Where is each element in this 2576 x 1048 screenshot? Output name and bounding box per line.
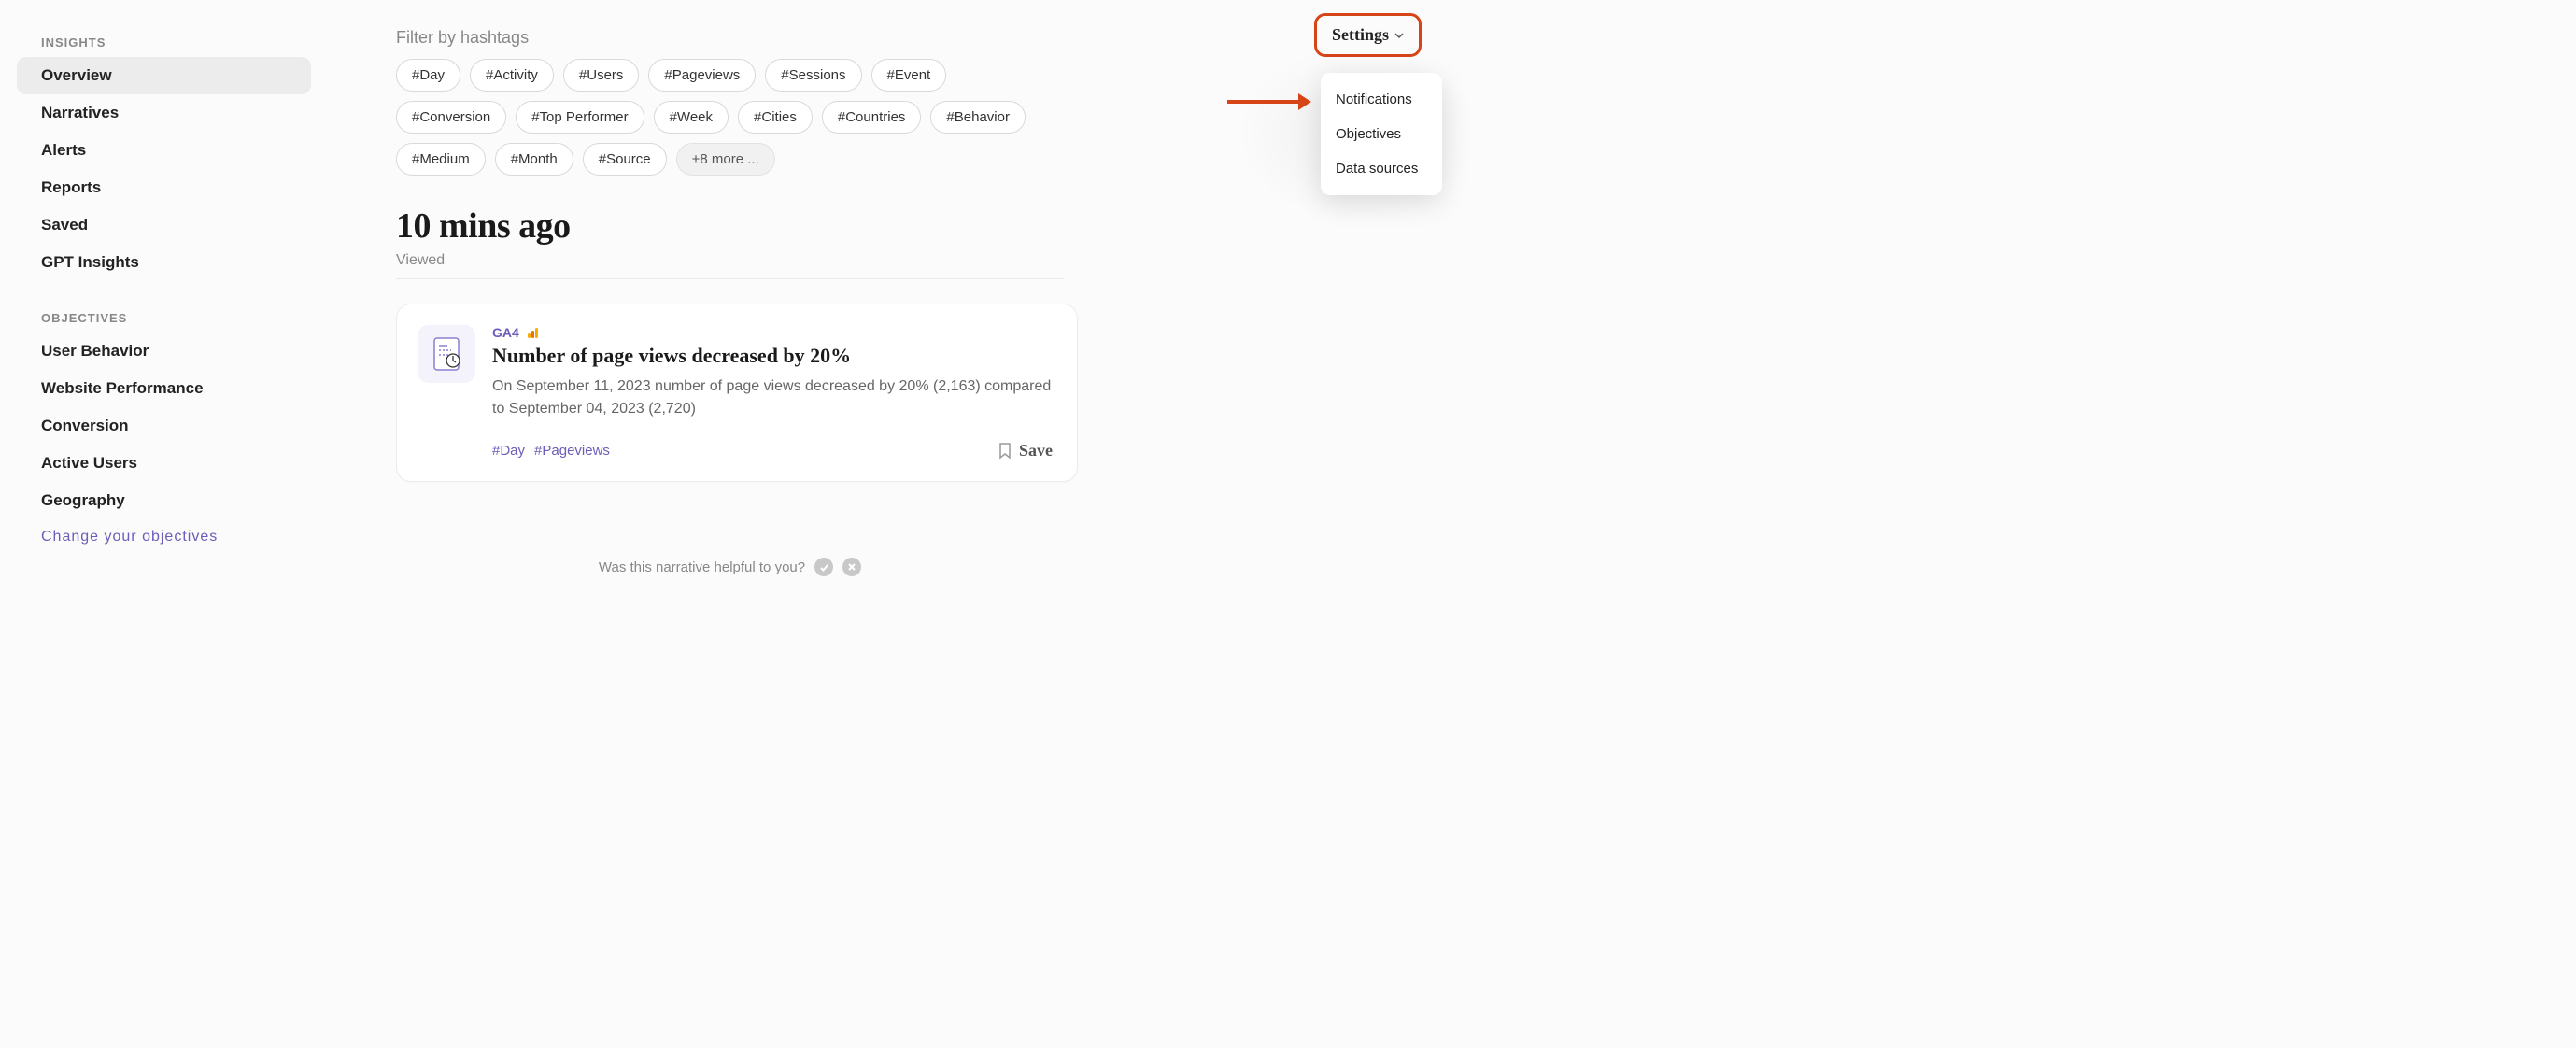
sidebar-item-alerts[interactable]: Alerts <box>17 132 311 169</box>
hashtag-sessions[interactable]: #Sessions <box>765 59 861 92</box>
settings-button[interactable]: Settings <box>1314 13 1422 57</box>
sidebar-item-website-performance[interactable]: Website Performance <box>17 370 311 407</box>
sidebar-item-saved[interactable]: Saved <box>17 206 311 244</box>
sidebar-item-active-users[interactable]: Active Users <box>17 445 311 482</box>
hashtag-filter-group: #Day #Activity #Users #Pageviews #Sessio… <box>396 59 1064 176</box>
ga4-icon <box>528 327 539 338</box>
feedback-row: Was this narrative helpful to you? <box>396 558 1064 576</box>
hashtag-top-performer[interactable]: #Top Performer <box>516 101 644 134</box>
hashtag-more[interactable]: +8 more ... <box>676 143 775 176</box>
sidebar-item-overview[interactable]: Overview <box>17 57 311 94</box>
check-icon <box>819 562 829 573</box>
feedback-no-button[interactable] <box>842 558 861 576</box>
hashtag-cities[interactable]: #Cities <box>738 101 813 134</box>
hashtag-users[interactable]: #Users <box>563 59 640 92</box>
close-icon <box>847 562 856 572</box>
hashtag-countries[interactable]: #Countries <box>822 101 922 134</box>
save-button[interactable]: Save <box>998 441 1053 460</box>
card-document-icon <box>418 325 475 383</box>
hashtag-activity[interactable]: #Activity <box>470 59 554 92</box>
chevron-down-icon <box>1394 32 1404 39</box>
hashtag-medium[interactable]: #Medium <box>396 143 486 176</box>
viewed-label: Viewed <box>396 252 1064 279</box>
bookmark-icon <box>998 443 1012 460</box>
dropdown-item-data-sources[interactable]: Data sources <box>1321 151 1442 186</box>
settings-dropdown: Notifications Objectives Data sources <box>1321 73 1442 195</box>
card-description: On September 11, 2023 number of page vie… <box>492 375 1053 420</box>
objectives-section-label: OBJECTIVES <box>17 304 311 333</box>
feedback-yes-button[interactable] <box>814 558 833 576</box>
annotation-arrow <box>1227 93 1311 110</box>
feedback-text: Was this narrative helpful to you? <box>599 559 805 575</box>
dropdown-item-objectives[interactable]: Objectives <box>1321 117 1442 151</box>
sidebar-item-gpt-insights[interactable]: GPT Insights <box>17 244 311 281</box>
hashtag-month[interactable]: #Month <box>495 143 573 176</box>
filter-label: Filter by hashtags <box>396 28 1064 48</box>
dropdown-item-notifications[interactable]: Notifications <box>1321 82 1442 117</box>
main-content: Filter by hashtags #Day #Activity #Users… <box>396 28 1064 482</box>
hashtag-pageviews[interactable]: #Pageviews <box>648 59 756 92</box>
sidebar-item-conversion[interactable]: Conversion <box>17 407 311 445</box>
card-title: Number of page views decreased by 20% <box>492 344 1053 368</box>
hashtag-behavior[interactable]: #Behavior <box>930 101 1026 134</box>
time-heading: 10 mins ago <box>396 205 1064 247</box>
hashtag-conversion[interactable]: #Conversion <box>396 101 506 134</box>
card-source-label: GA4 <box>492 325 519 340</box>
hashtag-event[interactable]: #Event <box>871 59 947 92</box>
hashtag-source[interactable]: #Source <box>583 143 667 176</box>
sidebar-item-user-behavior[interactable]: User Behavior <box>17 333 311 370</box>
insights-section-label: INSIGHTS <box>17 28 311 57</box>
sidebar: INSIGHTS Overview Narratives Alerts Repo… <box>17 28 311 555</box>
insight-card[interactable]: GA4 Number of page views decreased by 20… <box>396 304 1078 482</box>
hashtag-day[interactable]: #Day <box>396 59 460 92</box>
sidebar-item-narratives[interactable]: Narratives <box>17 94 311 132</box>
card-tag-day[interactable]: #Day <box>492 443 525 459</box>
hashtag-week[interactable]: #Week <box>654 101 729 134</box>
sidebar-item-geography[interactable]: Geography <box>17 482 311 519</box>
card-tag-pageviews[interactable]: #Pageviews <box>534 443 610 459</box>
save-label: Save <box>1019 441 1053 460</box>
sidebar-item-reports[interactable]: Reports <box>17 169 311 206</box>
card-tags: #Day #Pageviews <box>492 443 610 459</box>
settings-label: Settings <box>1332 25 1389 45</box>
change-objectives-link[interactable]: Change your objectives <box>17 519 311 555</box>
